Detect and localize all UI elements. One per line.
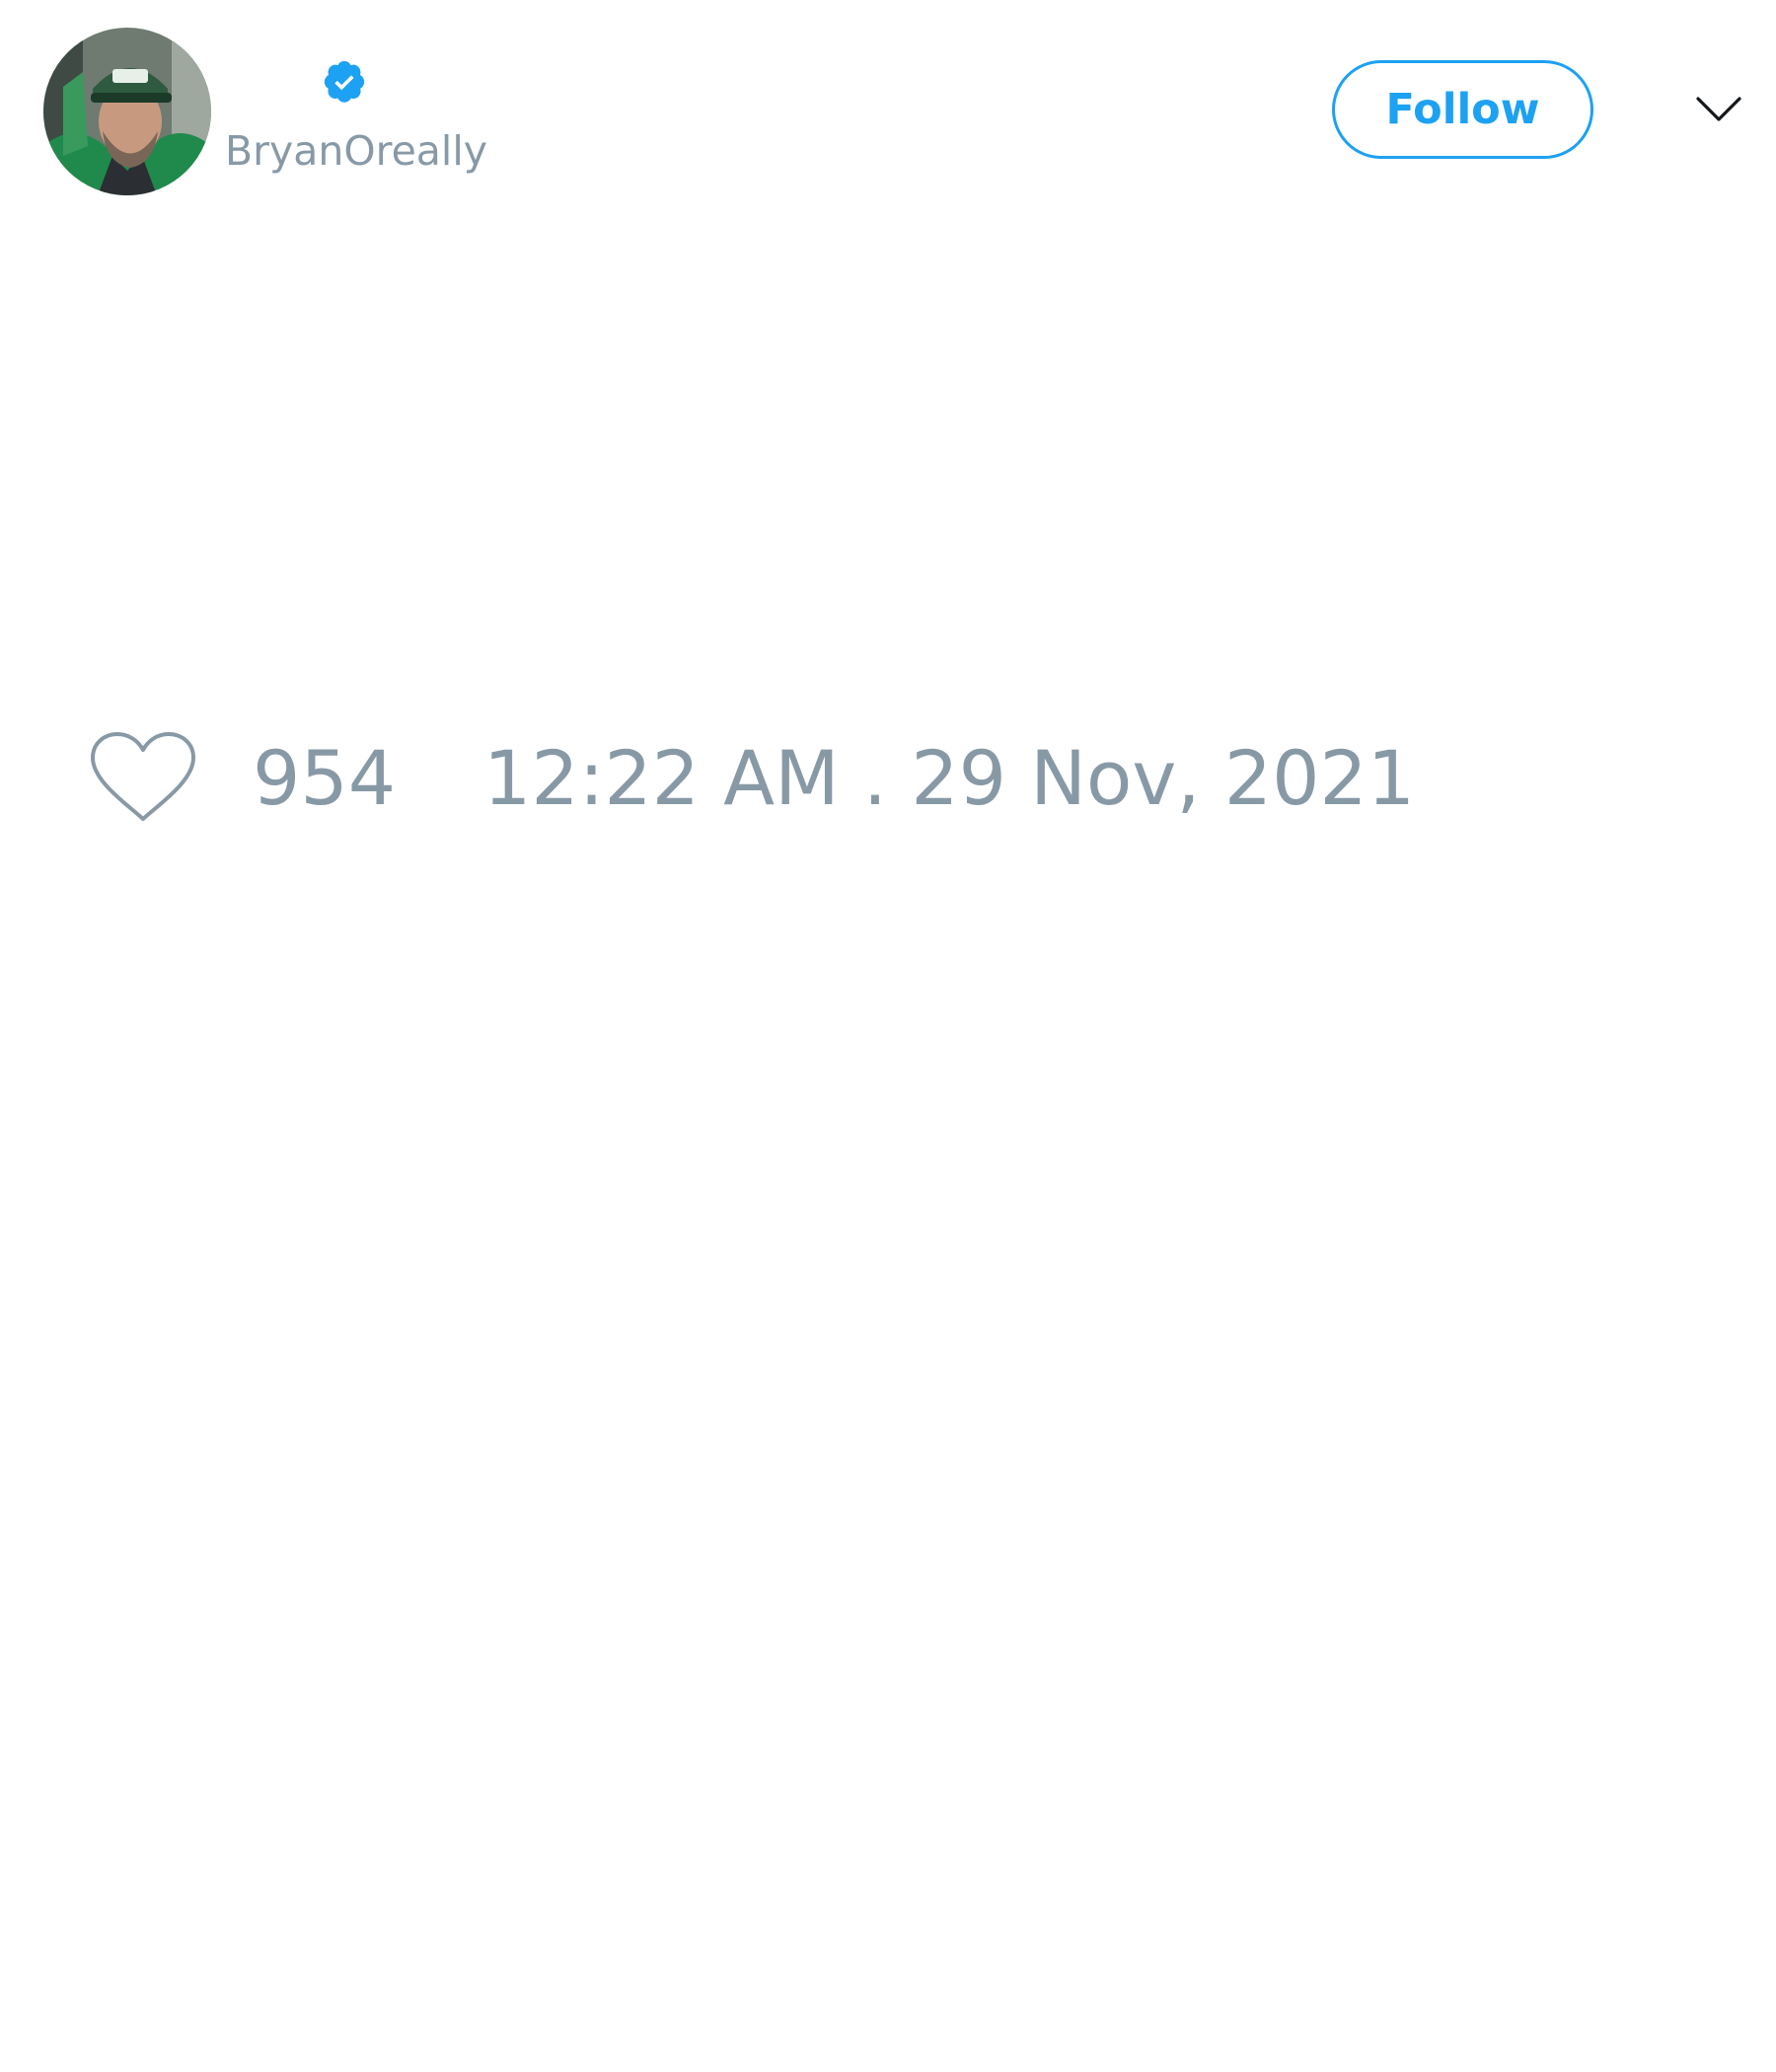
verified-badge-icon — [324, 60, 365, 103]
follow-button[interactable]: Follow — [1332, 60, 1593, 159]
heart-icon[interactable] — [89, 730, 197, 825]
avatar[interactable] — [43, 28, 211, 195]
avatar-photo — [43, 28, 211, 195]
tweet-timestamp[interactable]: 12:22 AM . 29 Nov, 2021 — [483, 736, 1415, 821]
author-handle[interactable]: BryanOreally — [225, 126, 487, 176]
like-count: 954 — [253, 734, 397, 822]
chevron-down-icon[interactable] — [1695, 94, 1742, 123]
